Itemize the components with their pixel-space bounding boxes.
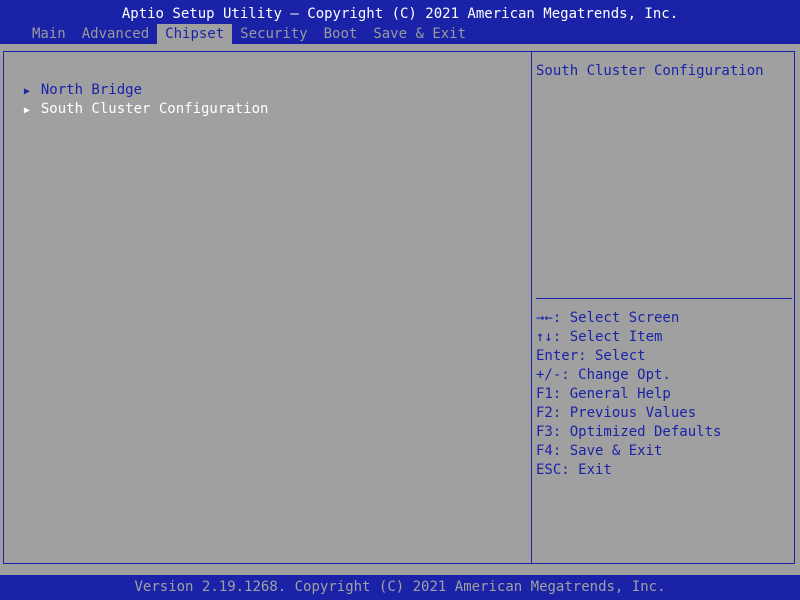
key-hint-save-exit: F4: Save & Exit bbox=[536, 443, 663, 459]
key-hint-optimized-defaults: F3: Optimized Defaults bbox=[536, 424, 722, 440]
header-bar: Aptio Setup Utility – Copyright (C) 2021… bbox=[0, 0, 800, 44]
key-hint-enter: Enter: Select bbox=[536, 348, 646, 364]
main-panel bbox=[3, 51, 795, 564]
app-title: Aptio Setup Utility – Copyright (C) 2021… bbox=[121, 6, 679, 22]
tab-chipset[interactable]: Chipset bbox=[157, 24, 233, 44]
panel-divider bbox=[531, 51, 532, 564]
key-hint-previous-values: F2: Previous Values bbox=[536, 405, 697, 421]
key-hint-general-help: F1: General Help bbox=[536, 386, 671, 402]
key-hint-esc-exit: ESC: Exit bbox=[536, 462, 612, 478]
menu-item-south-cluster-configuration[interactable]: ▶ South Cluster Configuration bbox=[7, 81, 269, 120]
tab-main[interactable]: Main bbox=[24, 24, 74, 44]
footer-bar: Version 2.19.1268. Copyright (C) 2021 Am… bbox=[0, 575, 800, 600]
menu-item-label: South Cluster Configuration bbox=[40, 101, 269, 117]
tab-bar: Main Advanced Chipset Security Boot Save… bbox=[24, 24, 474, 44]
help-separator bbox=[536, 298, 792, 299]
tab-save-exit[interactable]: Save & Exit bbox=[365, 24, 474, 44]
tab-advanced[interactable]: Advanced bbox=[74, 24, 157, 44]
key-hint-select-screen: →←: Select Screen bbox=[536, 310, 680, 326]
tab-security[interactable]: Security bbox=[232, 24, 315, 44]
key-hint-select-item: ↑↓: Select Item bbox=[536, 329, 663, 345]
key-hint-change-opt: +/-: Change Opt. bbox=[536, 367, 671, 383]
footer-text: Version 2.19.1268. Copyright (C) 2021 Am… bbox=[134, 579, 666, 595]
key-legend: →←: Select Screen ↑↓: Select Item Enter:… bbox=[536, 309, 721, 480]
help-title: South Cluster Configuration bbox=[536, 63, 764, 79]
tab-boot[interactable]: Boot bbox=[316, 24, 366, 44]
submenu-arrow-icon: ▶ bbox=[23, 105, 30, 116]
